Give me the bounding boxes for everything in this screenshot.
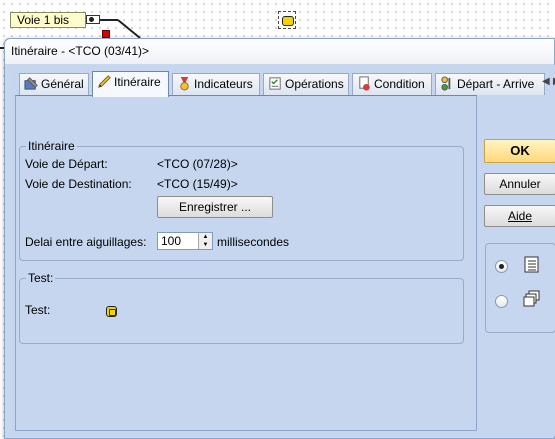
spin-buttons[interactable]: ▲ ▼ [198, 233, 212, 249]
cancel-button[interactable]: Annuler [484, 173, 555, 195]
document-red-icon [359, 76, 370, 91]
dialog-title: Itinéraire - <TCO (03/41)> [11, 44, 150, 58]
tab-indicateurs[interactable]: Indicateurs [172, 73, 260, 95]
pencil-icon [98, 75, 111, 88]
checklist-icon [269, 77, 281, 90]
dialog-content: Général Itinéraire Indicateurs Opération… [11, 65, 555, 436]
tab-label: Général [41, 77, 84, 91]
delay-input[interactable] [158, 233, 198, 249]
depart-label: Voie de Départ: [25, 157, 108, 171]
view-mode-group [485, 243, 555, 333]
itinerary-dialog: Itinéraire - <TCO (03/41)> Général Itiné… [4, 38, 555, 439]
test-group: Test: Test: [19, 272, 464, 344]
delay-label: Delai entre aiguillages: [25, 235, 147, 249]
group-legend: Itinéraire [26, 139, 77, 153]
list-view-icon [524, 256, 539, 273]
depart-value: <TCO (07/28)> [157, 157, 238, 171]
block-node-icon[interactable] [278, 11, 296, 29]
group-legend: Test: [26, 271, 56, 285]
wrench-icon [24, 77, 38, 90]
tab-panel-itineraire: Itinéraire Voie de Départ: <TCO (07/28)>… [15, 95, 477, 431]
tab-label: Condition [374, 77, 425, 91]
test-label: Test: [25, 303, 51, 317]
tab-operations[interactable]: Opérations [263, 73, 349, 95]
tab-general[interactable]: Général [19, 73, 89, 95]
spin-down-icon[interactable]: ▼ [199, 241, 212, 249]
help-button[interactable]: Aide [484, 205, 555, 227]
tab-depart-arrive[interactable]: Départ - Arrive [435, 73, 545, 95]
ok-button[interactable]: OK [484, 139, 555, 163]
cascade-windows-icon [523, 290, 540, 307]
destination-value: <TCO (15/49)> [157, 177, 238, 191]
tab-itineraire[interactable]: Itinéraire [92, 71, 169, 97]
title-bar[interactable]: Itinéraire - <TCO (03/41)> [5, 39, 554, 64]
traffic-light-icon [441, 76, 451, 91]
spin-up-icon[interactable]: ▲ [199, 233, 212, 241]
tab-label: Départ - Arrive [457, 77, 535, 91]
test-block-icon[interactable] [106, 306, 117, 317]
tab-label: Opérations [285, 77, 344, 91]
itineraire-group: Itinéraire Voie de Départ: <TCO (07/28)>… [19, 140, 464, 261]
tab-condition[interactable]: Condition [352, 73, 432, 95]
medal-icon [180, 76, 189, 91]
tab-scroll-left-icon[interactable]: ◀ [542, 76, 550, 87]
register-button[interactable]: Enregistrer ... [157, 196, 273, 218]
delay-stepper[interactable]: ▲ ▼ [157, 232, 213, 250]
view-cascade-radio[interactable] [495, 295, 508, 308]
delay-unit: millisecondes [217, 235, 290, 249]
tab-strip: Général Itinéraire Indicateurs Opération… [15, 71, 555, 97]
red-signal-icon[interactable] [102, 30, 110, 38]
destination-label: Voie de Destination: [25, 177, 132, 191]
tab-label: Itinéraire [114, 75, 161, 89]
tab-label: Indicateurs [194, 77, 253, 91]
view-list-radio[interactable] [495, 260, 508, 273]
